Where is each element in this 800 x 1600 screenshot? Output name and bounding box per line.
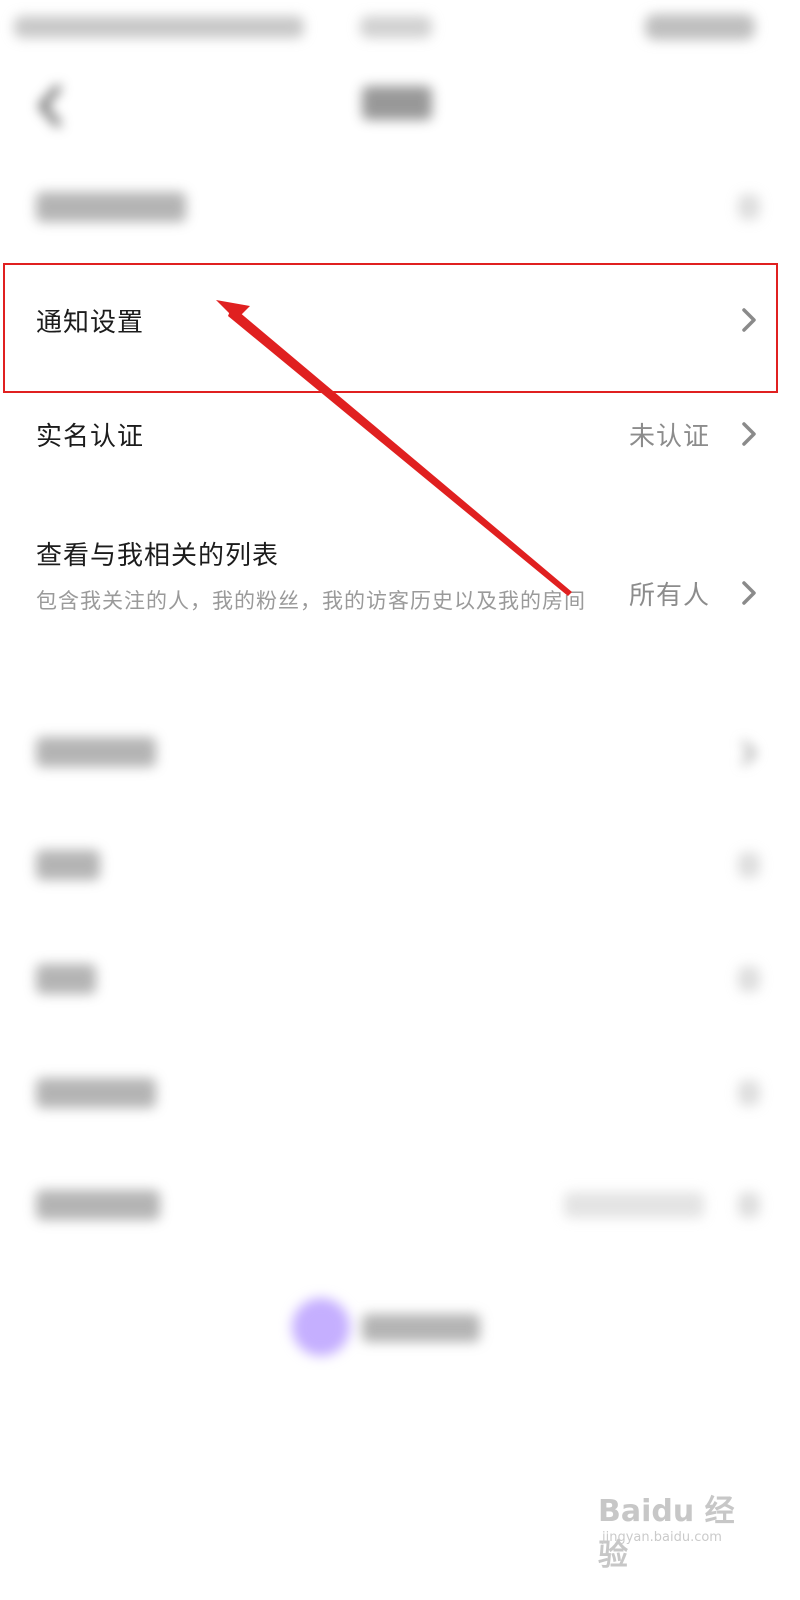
chevron-right-icon [740, 420, 758, 448]
row-label-blurred [36, 1078, 156, 1108]
settings-row-blurred-1[interactable] [0, 180, 800, 236]
settings-row-blurred-6[interactable] [0, 1178, 800, 1234]
action-label-blurred [362, 1314, 480, 1342]
page-title [362, 86, 432, 120]
row-label-blurred [36, 850, 100, 880]
settings-row-blurred-3[interactable] [0, 838, 800, 894]
toggle-icon[interactable] [738, 1080, 760, 1106]
row-label-blurred [36, 1190, 160, 1220]
settings-row-related-list[interactable]: 查看与我相关的列表 包含我关注的人，我的粉丝，我的访客历史以及我的房间 所有人 [0, 525, 800, 655]
action-icon [292, 1298, 350, 1356]
row-value: 所有人 [628, 581, 710, 611]
settings-row-realname[interactable]: 实名认证 未认证 [0, 400, 800, 470]
nav-bar [0, 58, 800, 148]
settings-row-blurred-5[interactable] [0, 1066, 800, 1122]
toggle-icon[interactable] [738, 852, 760, 878]
toggle-icon[interactable] [738, 966, 760, 992]
status-bar [0, 0, 800, 58]
row-label-blurred [36, 192, 186, 222]
bottom-action-button[interactable] [290, 1296, 500, 1360]
row-label: 实名认证 [36, 422, 145, 452]
annotation-arrow-icon [216, 300, 572, 596]
row-value-blurred [564, 1192, 704, 1218]
settings-row-blurred-4[interactable] [0, 952, 800, 1008]
row-value: 未认证 [628, 422, 710, 452]
chevron-right-icon [740, 739, 758, 767]
chevron-right-icon [738, 1192, 760, 1218]
row-label-blurred [36, 737, 156, 767]
row-description: 包含我关注的人，我的粉丝，我的访客历史以及我的房间 [36, 589, 586, 613]
toggle-icon[interactable] [738, 194, 760, 220]
watermark-url: jingyan.baidu.com [602, 1530, 722, 1545]
chevron-right-icon [740, 579, 758, 607]
row-label: 查看与我相关的列表 [36, 541, 280, 571]
settings-row-blurred-2[interactable] [0, 725, 800, 781]
watermark: Baidu 经验 jingyan.baidu.com [598, 1486, 748, 1573]
battery-icon [645, 14, 755, 40]
back-chevron-icon[interactable] [32, 82, 68, 130]
row-label-blurred [36, 964, 96, 994]
status-time [360, 16, 432, 38]
signal-carrier-icons [14, 16, 304, 38]
highlight-box [3, 263, 778, 393]
